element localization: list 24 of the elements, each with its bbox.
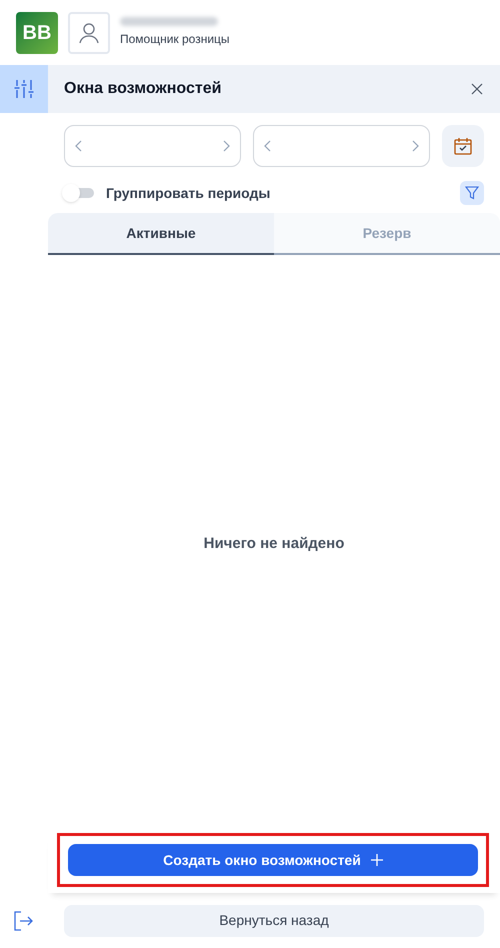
filter-button[interactable] [460,181,484,205]
date-field[interactable] [64,125,241,167]
sliders-icon [14,79,34,99]
close-icon[interactable] [470,82,484,96]
plus-icon [370,854,383,866]
back-button[interactable]: Вернуться назад [64,904,484,936]
chevron-left-icon[interactable] [75,140,83,152]
logout-icon[interactable] [14,910,34,930]
filters-button[interactable] [0,65,48,113]
avatar-icon[interactable] [68,12,110,54]
create-button[interactable]: Создать окно возможностей [68,844,478,876]
user-role: Помощник розницы [120,31,230,48]
logo: BB [16,12,58,54]
empty-message: Ничего не найдено [204,534,344,554]
date-field[interactable] [253,125,430,167]
calendar-icon [454,137,472,155]
panel-title: Окна возможностей [64,79,222,99]
chevron-left-icon[interactable] [264,140,272,152]
calendar-button[interactable] [442,125,484,167]
chevron-right-icon[interactable] [222,140,230,152]
chevron-right-icon[interactable] [411,140,419,152]
filter-icon [465,186,479,200]
toggle-label: Группировать периоды [106,184,270,203]
tab[interactable]: Активные [48,213,274,255]
